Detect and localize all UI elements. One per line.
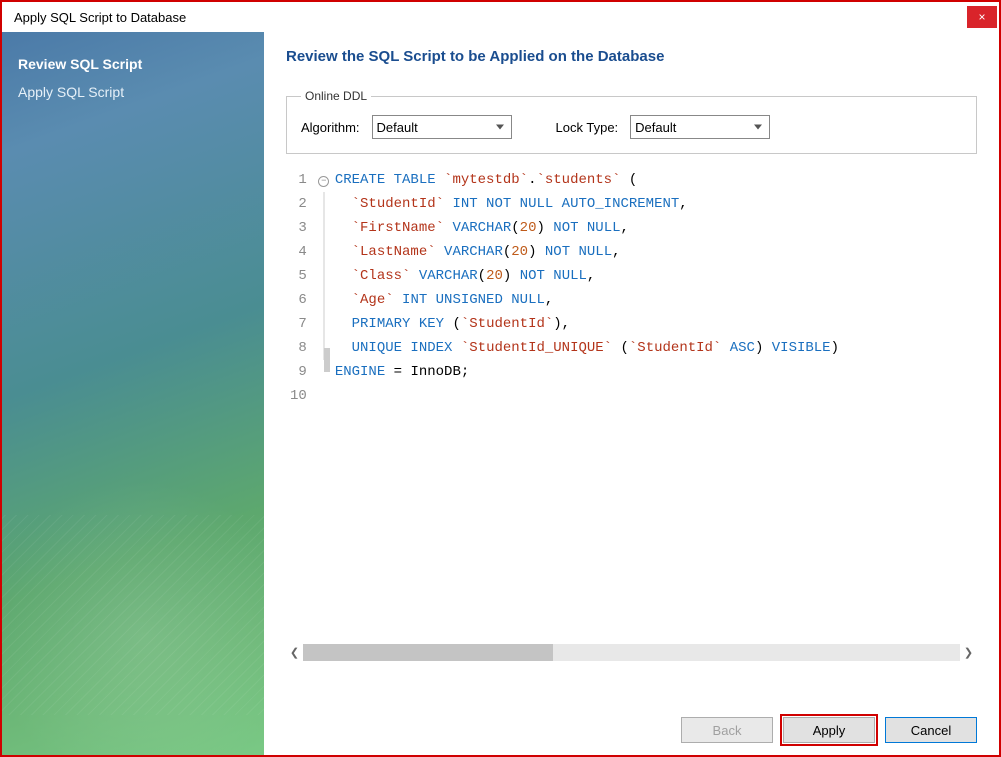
- window-title: Apply SQL Script to Database: [14, 10, 186, 25]
- sidebar-step-apply[interactable]: Apply SQL Script: [18, 78, 248, 106]
- dialog-window: Apply SQL Script to Database × Review SQ…: [0, 0, 1001, 757]
- sidebar-step-label: Review SQL Script: [18, 56, 142, 72]
- sql-editor[interactable]: 12345678910 − CREATE TABLE `mytestdb`.`s…: [286, 164, 977, 640]
- scroll-thumb[interactable]: [303, 644, 553, 661]
- main-panel: Review the SQL Script to be Applied on t…: [264, 32, 999, 755]
- fieldset-row: Algorithm: Default Lock Type: Default: [301, 115, 962, 139]
- close-button[interactable]: ×: [967, 6, 997, 28]
- line-number: 1: [290, 168, 307, 192]
- back-button: Back: [681, 717, 773, 743]
- fold-column: −: [317, 164, 335, 640]
- code-line[interactable]: PRIMARY KEY (`StudentId`),: [335, 312, 977, 336]
- code-lines[interactable]: CREATE TABLE `mytestdb`.`students` ( `St…: [335, 164, 977, 640]
- line-number: 7: [290, 312, 307, 336]
- scroll-track[interactable]: [303, 644, 960, 661]
- line-number: 8: [290, 336, 307, 360]
- sidebar-step-review[interactable]: Review SQL Script: [18, 50, 248, 78]
- line-number: 3: [290, 216, 307, 240]
- code-line[interactable]: UNIQUE INDEX `StudentId_UNIQUE` (`Studen…: [335, 336, 977, 360]
- title-bar: Apply SQL Script to Database ×: [2, 2, 999, 32]
- line-number: 6: [290, 288, 307, 312]
- scroll-left-arrow-icon[interactable]: ❮: [286, 644, 303, 661]
- cancel-button[interactable]: Cancel: [885, 717, 977, 743]
- dialog-body: Review SQL Script Apply SQL Script Revie…: [2, 32, 999, 755]
- code-line[interactable]: `StudentId` INT NOT NULL AUTO_INCREMENT,: [335, 192, 977, 216]
- line-number: 9: [290, 360, 307, 384]
- scroll-right-arrow-icon[interactable]: ❯: [960, 644, 977, 661]
- code-line[interactable]: `LastName` VARCHAR(20) NOT NULL,: [335, 240, 977, 264]
- locktype-select[interactable]: Default: [630, 115, 770, 139]
- apply-button[interactable]: Apply: [783, 717, 875, 743]
- code-line[interactable]: CREATE TABLE `mytestdb`.`students` (: [335, 168, 977, 192]
- dialog-footer: Back Apply Cancel: [286, 661, 977, 743]
- close-icon: ×: [978, 10, 985, 24]
- page-title: Review the SQL Script to be Applied on t…: [286, 48, 977, 65]
- code-line[interactable]: `FirstName` VARCHAR(20) NOT NULL,: [335, 216, 977, 240]
- algorithm-label: Algorithm:: [301, 120, 360, 135]
- line-number: 10: [290, 384, 307, 408]
- line-number: 2: [290, 192, 307, 216]
- online-ddl-fieldset: Online DDL Algorithm: Default Lock Type:…: [286, 89, 977, 154]
- code-line[interactable]: [335, 384, 977, 408]
- horizontal-scrollbar[interactable]: ❮ ❯: [286, 644, 977, 661]
- code-line[interactable]: ENGINE = InnoDB;: [335, 360, 977, 384]
- locktype-label: Lock Type:: [556, 120, 619, 135]
- line-number: 5: [290, 264, 307, 288]
- wizard-sidebar: Review SQL Script Apply SQL Script: [2, 32, 264, 755]
- sidebar-step-label: Apply SQL Script: [18, 84, 124, 100]
- algorithm-select[interactable]: Default: [372, 115, 512, 139]
- code-line[interactable]: `Age` INT UNSIGNED NULL,: [335, 288, 977, 312]
- code-line[interactable]: `Class` VARCHAR(20) NOT NULL,: [335, 264, 977, 288]
- fold-toggle-icon[interactable]: −: [318, 176, 329, 187]
- line-number: 4: [290, 240, 307, 264]
- fieldset-legend: Online DDL: [301, 89, 371, 103]
- line-gutter: 12345678910: [286, 164, 317, 640]
